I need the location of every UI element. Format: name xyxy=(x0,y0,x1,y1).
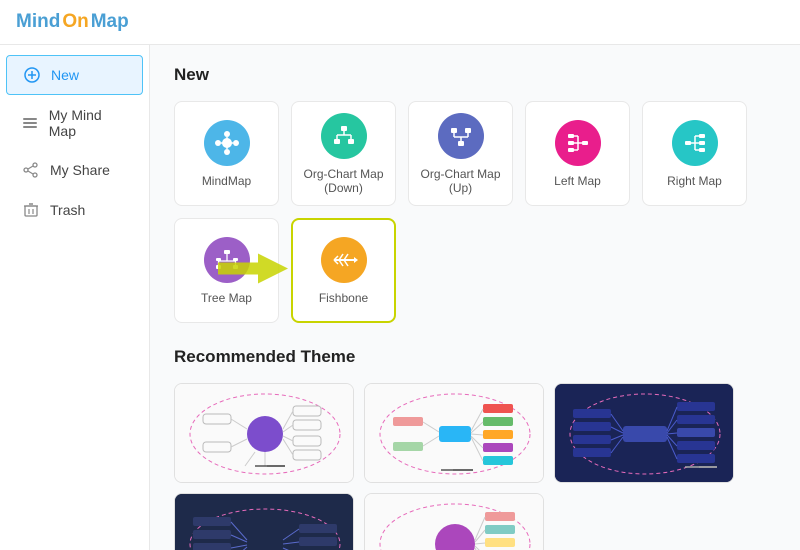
sidebar-item-trash[interactable]: Trash xyxy=(6,191,143,229)
theme-card-1[interactable] xyxy=(174,383,354,483)
recommended-section-title: Recommended Theme xyxy=(174,347,776,367)
fishbone-label: Fishbone xyxy=(319,291,368,305)
trash-icon xyxy=(22,201,40,219)
mindmap-label: MindMap xyxy=(202,174,251,188)
org-down-label: Org-Chart Map (Down) xyxy=(292,167,395,195)
org-up-icon xyxy=(438,113,484,159)
right-map-icon xyxy=(672,120,718,166)
theme-card-2[interactable] xyxy=(364,383,544,483)
map-card-org-up[interactable]: Org-Chart Map (Up) xyxy=(408,101,513,206)
org-down-icon xyxy=(321,113,367,159)
left-map-label: Left Map xyxy=(554,174,601,188)
tree-map-label: Tree Map xyxy=(201,291,252,305)
my-mind-map-icon xyxy=(22,114,39,132)
sidebar-item-trash-label: Trash xyxy=(50,202,85,218)
theme-card-3[interactable] xyxy=(554,383,734,483)
mindmap-icon xyxy=(204,120,250,166)
sidebar-item-my-share[interactable]: My Share xyxy=(6,151,143,189)
map-card-fishbone[interactable]: Fishbone xyxy=(291,218,396,323)
my-share-icon xyxy=(22,161,40,179)
tree-map-icon xyxy=(204,237,250,283)
fishbone-icon xyxy=(321,237,367,283)
new-icon xyxy=(23,66,41,84)
theme-card-4[interactable] xyxy=(174,493,354,550)
content: New MindMap Org-Chart Map (Down) xyxy=(150,45,800,550)
map-type-grid: MindMap Org-Chart Map (Down) Org-Chart M… xyxy=(174,101,776,323)
map-card-org-down[interactable]: Org-Chart Map (Down) xyxy=(291,101,396,206)
logo: MindOnMap xyxy=(16,11,129,33)
logo-mind: Mind xyxy=(16,11,60,33)
sidebar-item-new-label: New xyxy=(51,67,79,83)
right-map-label: Right Map xyxy=(667,174,722,188)
logo-on: On xyxy=(62,11,88,33)
sidebar-item-new[interactable]: New xyxy=(6,55,143,95)
left-map-icon xyxy=(555,120,601,166)
map-card-right-map[interactable]: Right Map xyxy=(642,101,747,206)
map-card-mindmap[interactable]: MindMap xyxy=(174,101,279,206)
map-card-tree-map[interactable]: Tree Map xyxy=(174,218,279,323)
sidebar-item-my-mind-map-label: My Mind Map xyxy=(49,107,127,139)
new-section-title: New xyxy=(174,65,776,85)
sidebar-item-my-share-label: My Share xyxy=(50,162,110,178)
theme-grid xyxy=(174,383,776,550)
main-layout: New My Mind Map My Share Trash New xyxy=(0,45,800,550)
org-up-label: Org-Chart Map (Up) xyxy=(409,167,512,195)
sidebar-item-my-mind-map[interactable]: My Mind Map xyxy=(6,97,143,149)
logo-map: Map xyxy=(91,11,129,33)
header: MindOnMap xyxy=(0,0,800,45)
sidebar: New My Mind Map My Share Trash xyxy=(0,45,150,550)
map-card-left-map[interactable]: Left Map xyxy=(525,101,630,206)
theme-card-5[interactable] xyxy=(364,493,544,550)
